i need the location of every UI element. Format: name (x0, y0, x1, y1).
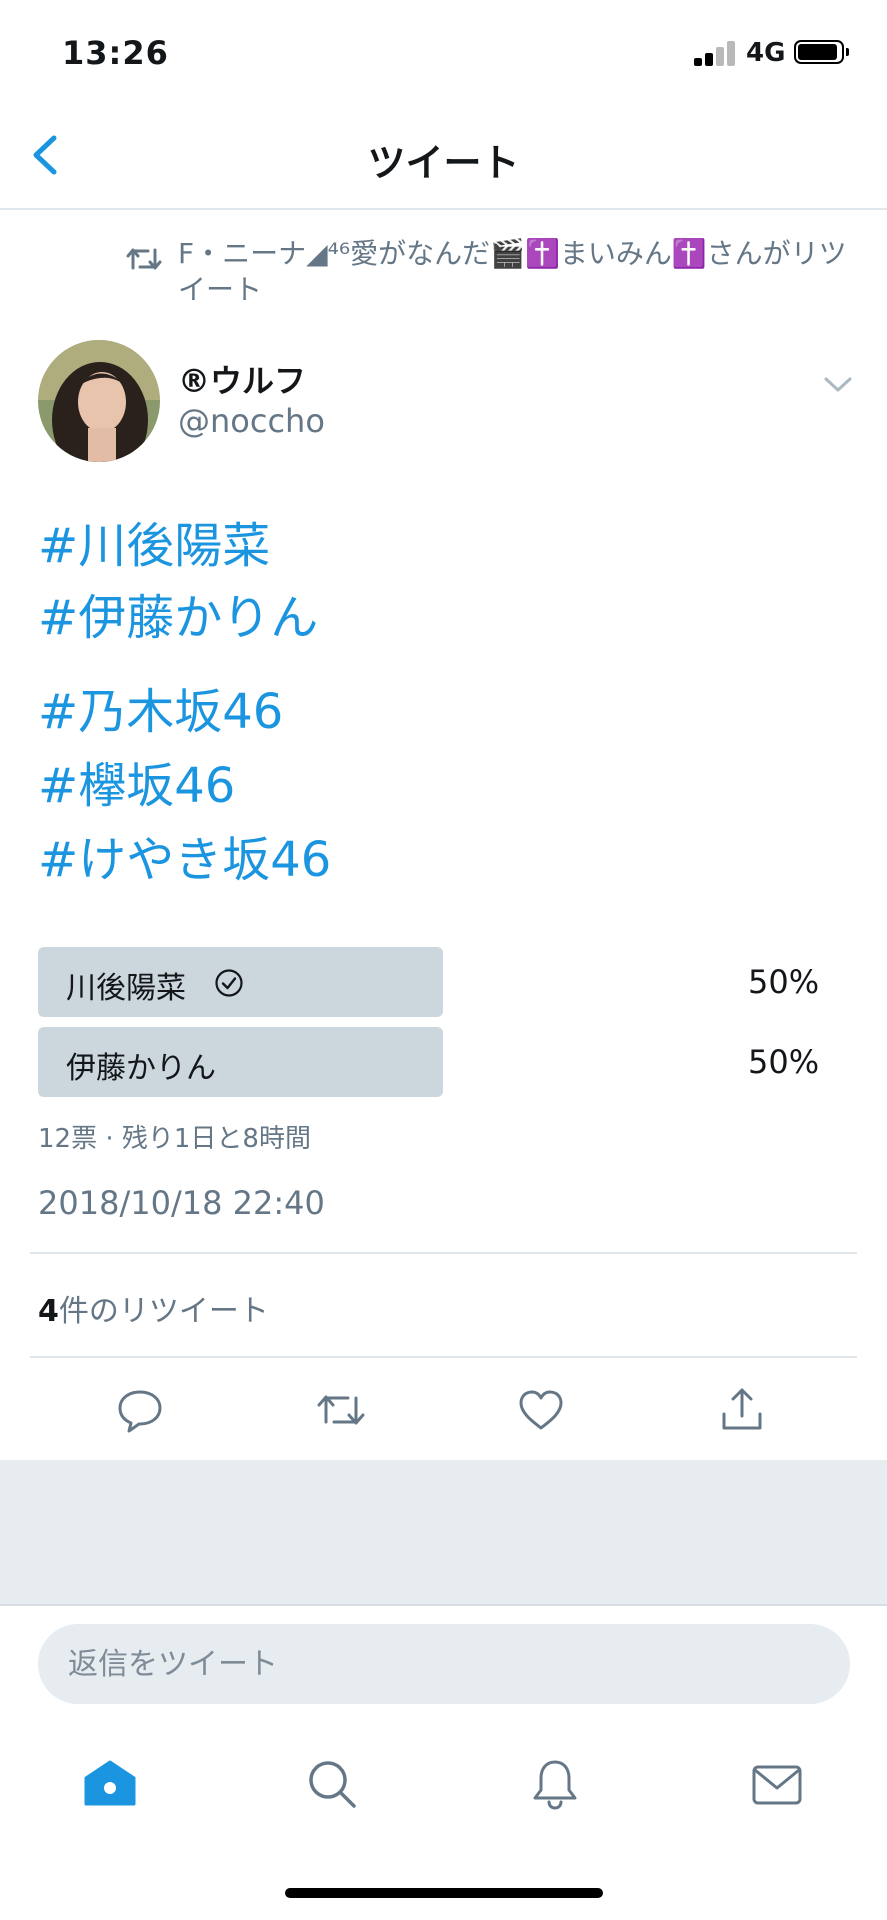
heart-icon (519, 1390, 563, 1430)
retweet-button[interactable] (313, 1382, 369, 1438)
share-button[interactable] (714, 1382, 770, 1438)
home-indicator[interactable] (285, 1888, 603, 1898)
home-icon (84, 1760, 136, 1806)
poll-option-percent: 50% (748, 1043, 820, 1081)
hashtag-link[interactable]: #川後陽菜 (38, 516, 270, 576)
page-title: ツイート (367, 141, 520, 185)
signal-strength-icon (694, 40, 738, 66)
reply-icon (118, 1390, 162, 1433)
hashtag-link[interactable]: #けやき坂46 (38, 830, 331, 890)
retweet-count-number: 4 (38, 1294, 59, 1329)
author-name[interactable]: ®ウルフ (178, 356, 306, 402)
bell-icon (533, 1760, 577, 1810)
header-divider (0, 208, 887, 210)
more-options-button[interactable] (820, 372, 856, 396)
tweet-timestamp: 2018/10/18 22:40 (38, 1184, 325, 1222)
empty-replies-area (0, 1460, 887, 1606)
retweet-count-label: 件のリツイート (58, 1294, 269, 1329)
divider (0, 1604, 887, 1606)
hashtag-link[interactable]: #伊藤かりん (38, 588, 318, 648)
retweet-count-link[interactable]: 4件のリツイート (38, 1286, 269, 1330)
retweet-icon (317, 1395, 365, 1425)
tab-home[interactable] (80, 1754, 140, 1814)
chevron-down-icon (824, 377, 852, 392)
author-handle[interactable]: @noccho (178, 402, 325, 440)
hashtag-link[interactable]: #欅坂46 (38, 756, 235, 816)
retweet-context-text[interactable]: F・ニーナ◢⁴⁶愛がなんだ🎬✝️まいみん✝️さんがリツイート (178, 236, 858, 308)
status-time: 13:26 (62, 34, 169, 72)
retweet-context-icon (126, 244, 162, 274)
reply-input[interactable] (38, 1624, 850, 1704)
check-circle-icon (214, 968, 244, 998)
poll-option-label: 川後陽菜 (66, 971, 186, 1006)
poll-option-percent: 50% (748, 963, 820, 1001)
network-type: 4G (746, 38, 786, 68)
hashtag-link[interactable]: #乃木坂46 (38, 682, 283, 742)
battery-icon (794, 40, 849, 64)
poll-meta: 12票 · 残り1日と8時間 (38, 1124, 311, 1154)
divider (30, 1252, 857, 1254)
share-icon (722, 1388, 762, 1430)
tab-notifications[interactable] (525, 1754, 585, 1814)
avatar[interactable] (38, 340, 160, 462)
like-button[interactable] (513, 1382, 569, 1438)
poll-option-label: 伊藤かりん (66, 1051, 216, 1086)
tab-search[interactable] (302, 1754, 362, 1814)
search-icon (309, 1761, 356, 1808)
reply-button[interactable] (112, 1382, 168, 1438)
divider (30, 1356, 857, 1358)
tab-messages[interactable] (747, 1754, 807, 1814)
mail-icon (752, 1765, 802, 1805)
